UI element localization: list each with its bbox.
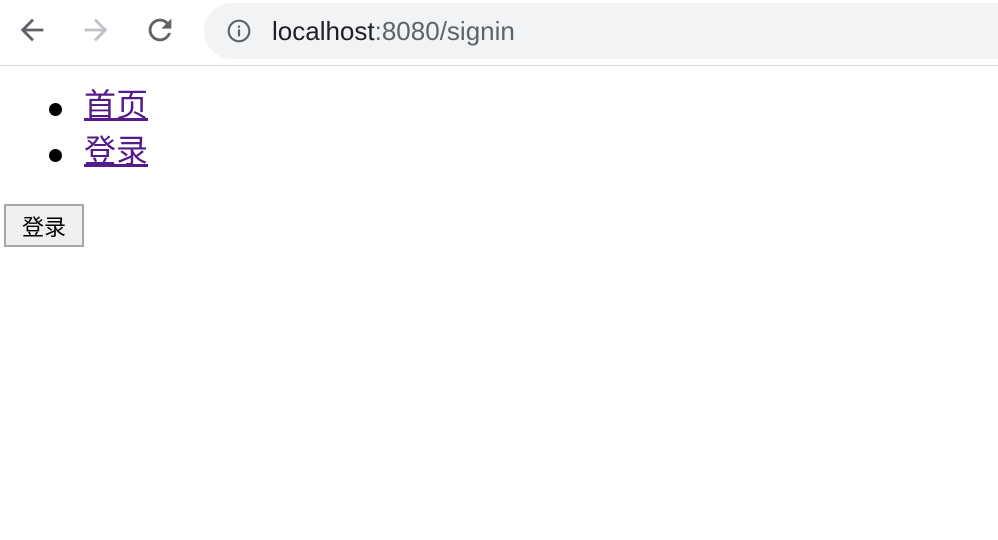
arrow-right-icon [84, 18, 108, 42]
bullet-icon [49, 103, 62, 116]
url-host: localhost [272, 16, 375, 46]
browser-toolbar: localhost:8080/signin [0, 0, 998, 66]
url-text[interactable]: localhost:8080/signin [272, 16, 515, 46]
home-link[interactable]: 首页 [84, 85, 148, 125]
signin-button[interactable]: 登录 [4, 204, 84, 247]
page-content: 首页 登录 登录 [0, 67, 998, 540]
back-button[interactable] [12, 10, 52, 50]
signin-link[interactable]: 登录 [84, 131, 148, 171]
reload-icon [148, 18, 172, 42]
info-icon[interactable] [226, 18, 252, 44]
bullet-icon [49, 149, 62, 162]
url-path: :8080/signin [374, 16, 515, 46]
forward-button[interactable] [76, 10, 116, 50]
address-bar[interactable]: localhost:8080/signin [204, 3, 998, 59]
reload-button[interactable] [140, 10, 180, 50]
arrow-left-icon [20, 18, 44, 42]
